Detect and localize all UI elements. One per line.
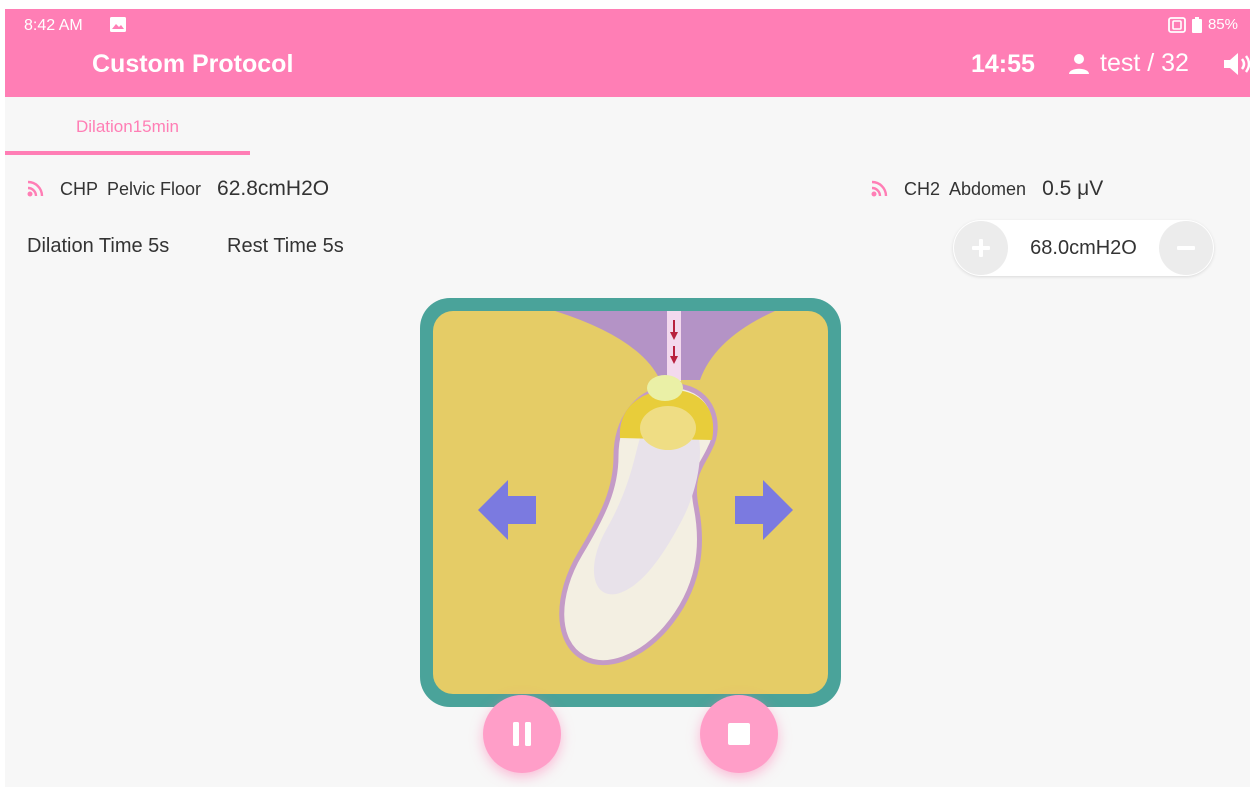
plus-icon bbox=[972, 239, 990, 257]
tab-dilation15min[interactable]: Dilation15min bbox=[5, 97, 250, 155]
pressure-stepper: 68.0cmH2O bbox=[953, 220, 1214, 276]
channel-code: CH2 bbox=[904, 178, 941, 199]
stop-icon bbox=[728, 723, 750, 745]
tab-indicator bbox=[5, 151, 250, 155]
user-icon bbox=[1069, 53, 1089, 74]
channel-name: Abdomen bbox=[949, 178, 1027, 199]
session-timer: 14:55 bbox=[971, 50, 1035, 78]
pause-icon bbox=[513, 722, 531, 746]
status-right: 85% bbox=[1168, 16, 1238, 33]
increase-button[interactable] bbox=[954, 221, 1008, 275]
rest-time: Rest Time 5s bbox=[227, 235, 344, 257]
battery-icon bbox=[1191, 16, 1202, 33]
battery-percent: 85% bbox=[1207, 16, 1238, 33]
stop-button[interactable] bbox=[700, 695, 778, 773]
channel-value: 0.5 μV bbox=[1042, 177, 1104, 200]
channel-chp: CHP Pelvic Floor 62.8cmH2O bbox=[26, 177, 329, 201]
nfc-icon bbox=[1168, 16, 1186, 33]
minus-icon bbox=[1177, 246, 1195, 250]
pause-button[interactable] bbox=[483, 695, 561, 773]
signal-icon bbox=[27, 180, 44, 197]
app-bar: 8:42 AM 85% Custom Protocol 14:55 test /… bbox=[5, 9, 1250, 97]
image-icon bbox=[110, 17, 126, 32]
speaker-icon[interactable] bbox=[1222, 51, 1250, 77]
dilation-balloon-illustration bbox=[420, 298, 841, 707]
user-info: test / 32 bbox=[1068, 49, 1189, 78]
page-title: Custom Protocol bbox=[92, 50, 294, 78]
status-time: 8:42 AM bbox=[24, 17, 83, 34]
dilation-time: Dilation Time 5s bbox=[27, 235, 170, 257]
app-screen: 8:42 AM 85% Custom Protocol 14:55 test /… bbox=[5, 9, 1250, 787]
channel-ch2: CH2 Abdomen 0.5 μV bbox=[870, 177, 1103, 201]
channel-value: 62.8cmH2O bbox=[217, 177, 330, 200]
pressure-value: 68.0cmH2O bbox=[1030, 237, 1137, 259]
channel-code: CHP bbox=[60, 178, 99, 199]
user-label: test / 32 bbox=[1100, 49, 1189, 77]
channel-name: Pelvic Floor bbox=[107, 178, 202, 199]
signal-icon bbox=[871, 180, 888, 197]
decrease-button[interactable] bbox=[1159, 221, 1213, 275]
tab-label: Dilation15min bbox=[76, 117, 179, 136]
tab-bar: Dilation15min bbox=[5, 97, 1250, 155]
